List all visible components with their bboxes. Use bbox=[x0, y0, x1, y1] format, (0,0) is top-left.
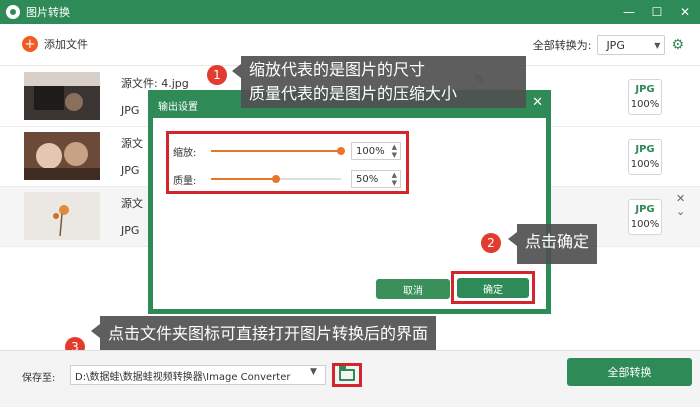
convert-all-button[interactable]: 全部转换 bbox=[567, 358, 692, 386]
chevron-down-icon[interactable]: ⌄ bbox=[676, 205, 685, 218]
dialog-title: 输出设置 bbox=[158, 102, 198, 113]
output-quality: 100% bbox=[630, 219, 660, 230]
annotation-number-1: 1 bbox=[207, 65, 227, 85]
annotation-text-1b: 质量代表的是图片的压缩大小 bbox=[249, 84, 458, 103]
format-select-value: JPG bbox=[606, 38, 625, 52]
spin-arrows-icon[interactable]: ▲ ▼ bbox=[392, 171, 397, 187]
scale-slider[interactable] bbox=[211, 147, 345, 155]
annotation-callout-1: 缩放代表的是图片的尺寸 质量代表的是图片的压缩大小 bbox=[232, 56, 526, 108]
dialog-body: 缩放: 100% ▲ ▼ 质量: 50% ▲ ▼ 取消 确定 bbox=[153, 118, 546, 309]
file-format: JPG bbox=[121, 224, 140, 237]
maximize-button[interactable]: ☐ bbox=[650, 5, 664, 19]
spin-arrows-icon[interactable]: ▲ ▼ bbox=[392, 143, 397, 159]
cancel-button[interactable]: 取消 bbox=[376, 279, 450, 299]
quality-row: 质量: 50% ▲ ▼ bbox=[173, 169, 405, 189]
file-thumbnail bbox=[24, 192, 100, 240]
ok-button[interactable]: 确定 bbox=[457, 278, 529, 298]
annotation-callout-3: 点击文件夹图标可直接打开图片转换后的界面 bbox=[90, 316, 437, 354]
remove-file-icon[interactable]: ✕ bbox=[676, 192, 685, 205]
gear-icon[interactable]: ⚙ bbox=[671, 37, 684, 53]
annotation-number-2: 2 bbox=[481, 233, 501, 253]
output-quality: 100% bbox=[630, 99, 660, 110]
convert-all-to-label: 全部转换为: bbox=[532, 39, 592, 52]
output-settings-dialog: 输出设置 ✕ 缩放: 100% ▲ ▼ 质量: 50% ▲ ▼ 取消 确定 bbox=[148, 90, 551, 314]
source-label: 源文 bbox=[121, 197, 143, 210]
format-select[interactable]: JPG ▼ bbox=[597, 35, 666, 55]
file-thumbnail bbox=[24, 132, 100, 180]
output-quality: 100% bbox=[630, 159, 660, 170]
path-dropdown-icon[interactable]: ▼ bbox=[310, 367, 317, 377]
output-path-field[interactable]: D:\数据蛙\数据蛙视频转换器\Image Converter bbox=[70, 365, 326, 385]
scale-slider-knob[interactable] bbox=[337, 147, 345, 155]
quality-slider[interactable] bbox=[211, 175, 341, 183]
bottom-bar: 保存至: D:\数据蛙\数据蛙视频转换器\Image Converter ▼ 全… bbox=[0, 350, 700, 407]
scale-label: 缩放: bbox=[173, 147, 197, 159]
annotation-text-1a: 缩放代表的是图片的尺寸 bbox=[249, 60, 426, 79]
scale-slider-fill bbox=[211, 150, 341, 152]
plus-icon: + bbox=[22, 36, 38, 52]
quality-label: 质量: bbox=[173, 175, 197, 187]
file-format: JPG bbox=[121, 104, 140, 117]
source-label: 源文件: bbox=[121, 77, 158, 90]
output-format-badge[interactable]: JPG 100% bbox=[628, 139, 662, 175]
settings-highlight: 缩放: 100% ▲ ▼ 质量: 50% ▲ ▼ bbox=[166, 131, 409, 194]
add-file-label: 添加文件 bbox=[44, 38, 88, 51]
source-label: 源文 bbox=[121, 137, 143, 150]
dialog-close-icon[interactable]: ✕ bbox=[532, 95, 543, 110]
quality-input[interactable]: 50% ▲ ▼ bbox=[351, 170, 401, 188]
output-format: JPG bbox=[635, 204, 655, 215]
title-bar: 图片转换 — ☐ ✕ bbox=[0, 0, 700, 24]
output-format-badge[interactable]: JPG 100% bbox=[628, 79, 662, 115]
scale-value: 100% bbox=[356, 145, 385, 157]
save-to-label: 保存至: bbox=[22, 373, 56, 384]
output-format: JPG bbox=[635, 84, 655, 95]
add-file-button[interactable]: + 添加文件 bbox=[22, 36, 88, 52]
file-thumbnail bbox=[24, 72, 100, 120]
output-format-badge[interactable]: JPG 100% bbox=[628, 199, 662, 235]
file-format: JPG bbox=[121, 164, 140, 177]
quality-value: 50% bbox=[356, 173, 379, 185]
close-button[interactable]: ✕ bbox=[678, 5, 692, 19]
app-logo-icon bbox=[6, 5, 20, 19]
output-format: JPG bbox=[635, 144, 655, 155]
quality-slider-knob[interactable] bbox=[272, 175, 280, 183]
annotation-callout-2: 点击确定 bbox=[507, 224, 598, 264]
chevron-down-icon: ▼ bbox=[654, 40, 661, 50]
folder-icon bbox=[339, 366, 355, 381]
app-title: 图片转换 bbox=[26, 6, 70, 19]
open-folder-button[interactable] bbox=[332, 363, 362, 387]
ok-highlight: 确定 bbox=[451, 271, 535, 304]
minimize-button[interactable]: — bbox=[622, 5, 636, 19]
convert-all-to: 全部转换为: JPG ▼ ⚙ bbox=[533, 35, 684, 55]
scale-input[interactable]: 100% ▲ ▼ bbox=[351, 142, 401, 160]
quality-slider-fill bbox=[211, 178, 276, 180]
scale-row: 缩放: 100% ▲ ▼ bbox=[173, 141, 405, 161]
source-filename: 4.jpg bbox=[161, 77, 189, 90]
